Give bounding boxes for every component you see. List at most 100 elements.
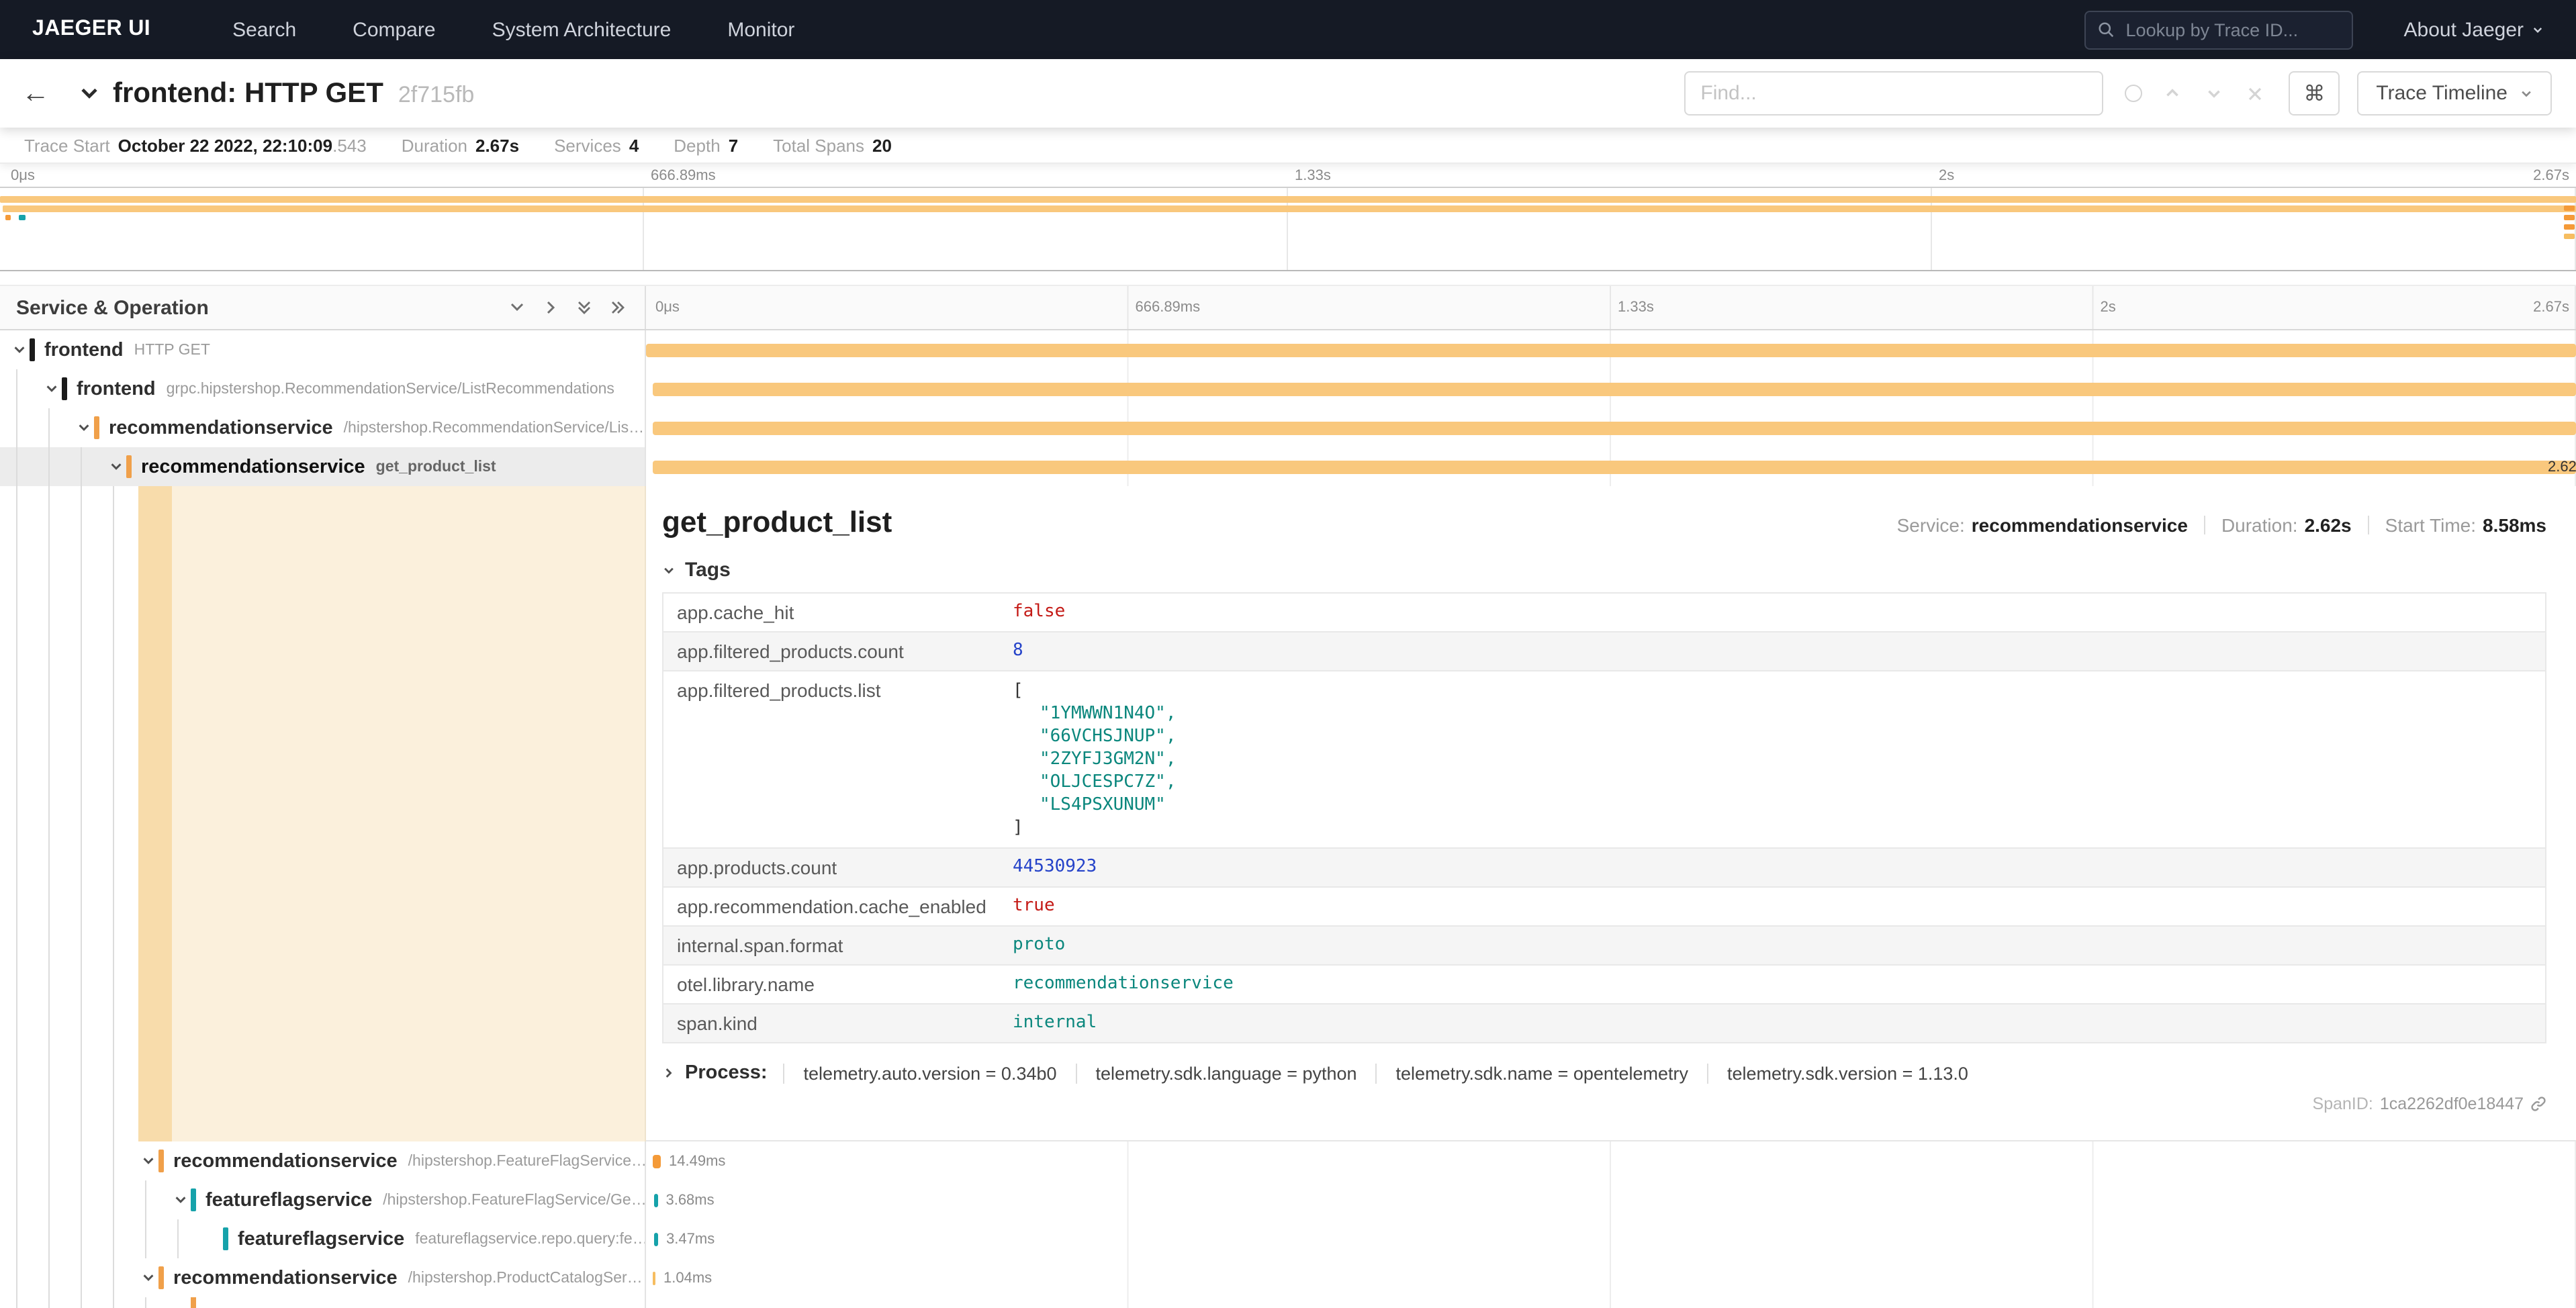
span-bar-cell[interactable] [646, 408, 2576, 447]
chevron-down-icon[interactable] [40, 381, 62, 396]
span-name-cell[interactable]: frontend HTTP GET [0, 330, 646, 369]
tag-key: app.recommendation.cache_enabled [663, 888, 999, 925]
span-bar-cell[interactable]: 14.49ms [646, 1141, 2576, 1180]
find-input[interactable] [1684, 71, 2103, 115]
nav-item-search[interactable]: Search [204, 0, 324, 59]
span-row-productcatalog-call: recommendationservice /hipstershop.Produ… [0, 1258, 2576, 1297]
find-count-icon[interactable] [2125, 85, 2142, 102]
span-name-cell[interactable]: featureflagservice featureflagservice.re… [0, 1219, 646, 1258]
about-jaeger-menu[interactable]: About Jaeger [2404, 18, 2544, 41]
span-bar-cell[interactable]: 1.04ms [646, 1258, 2576, 1297]
keyboard-shortcuts-button[interactable]: ⌘ [2289, 71, 2340, 115]
trace-duration: Duration2.67s [402, 135, 519, 155]
trace-title-text: frontend: HTTP GET [113, 77, 383, 109]
back-button[interactable]: ← [21, 79, 50, 107]
span-row-featureflagservice-query: featureflagservice featureflagservice.re… [0, 1219, 2576, 1258]
span-bar[interactable] [653, 382, 2576, 395]
timeline-ruler: 0μs 666.89ms 1.33s 2s 2.67s [646, 286, 2576, 329]
span-id-value: 1ca2262df0e18447 [2380, 1094, 2524, 1113]
trace-id-searchbox[interactable] [2084, 10, 2353, 49]
nav-item-system-architecture[interactable]: System Architecture [464, 0, 700, 59]
trace-services-count: Services4 [554, 135, 639, 155]
tag-value: recommendationservice [999, 966, 2545, 1003]
span-duration-label: 1.04ms [663, 1270, 712, 1286]
app-logo[interactable]: JAEGER UI [32, 17, 150, 42]
span-name-cell[interactable]: recommendationservice /hipstershop.Recom… [0, 408, 646, 447]
span-bar-cell[interactable] [646, 369, 2576, 408]
tags-table: app.cache_hit false app.filtered_product… [662, 592, 2546, 1043]
tag-key: app.cache_hit [663, 594, 999, 631]
chevron-down-icon [2520, 87, 2533, 100]
span-color-band [138, 486, 172, 1141]
tag-value: internal [999, 1005, 2545, 1042]
process-section-toggle[interactable]: Process: telemetry.auto.version = 0.34b0… [662, 1062, 2546, 1084]
chevron-down-icon[interactable] [8, 342, 30, 357]
span-bar[interactable] [646, 343, 2576, 357]
trace-minimap: 0μs 666.89ms 1.33s 2s 2.67s [0, 164, 2576, 271]
deep-link-icon[interactable] [2530, 1096, 2546, 1112]
tags-section-label: Tags [685, 559, 731, 581]
span-name-cell[interactable]: featureflagservice /hipstershop.FeatureF… [0, 1180, 646, 1219]
expand-one-icon[interactable] [543, 299, 559, 316]
service-color-chip [191, 1188, 196, 1211]
process-tag: telemetry.sdk.version = 1.13.0 [1707, 1063, 1987, 1083]
span-bar[interactable] [653, 1193, 657, 1207]
chevron-down-icon[interactable] [137, 1270, 158, 1285]
trace-start: Trace StartOctober 22 2022, 22:10:09.543 [24, 135, 367, 155]
service-color-chip [62, 377, 67, 400]
jaeger-trace-page: JAEGER UI Search Compare System Architec… [0, 0, 2576, 1308]
span-id-row: SpanID: 1ca2262df0e18447 [662, 1094, 2546, 1113]
expand-all-icon[interactable] [610, 299, 626, 316]
span-detail-meta: Service:recommendationservice Duration:2… [1897, 514, 2546, 536]
span-bar-cell[interactable]: 3.47ms [646, 1219, 2576, 1258]
find-prev-icon[interactable] [2160, 81, 2184, 105]
find-clear-icon[interactable] [2243, 81, 2267, 105]
span-bar-cell[interactable] [646, 1297, 2576, 1308]
span-row-featureflagservice-get: featureflagservice /hipstershop.FeatureF… [0, 1180, 2576, 1219]
span-row-frontend-http-get: frontend HTTP GET [0, 330, 2576, 369]
span-name-cell[interactable]: recommendationservice /hipstershop.Produ… [0, 1258, 646, 1297]
span-row-get-product-list-selected: recommendationservice get_product_list 2… [0, 447, 2576, 486]
span-bar[interactable] [653, 1154, 661, 1168]
nav-item-compare[interactable]: Compare [324, 0, 463, 59]
nav-item-monitor[interactable]: Monitor [699, 0, 823, 59]
trace-view-selector[interactable]: Trace Timeline [2357, 71, 2552, 115]
start-time-value: 8.58ms [2483, 514, 2546, 536]
chevron-down-icon[interactable] [137, 1154, 158, 1168]
service-operation-label: Service & Operation [16, 296, 209, 319]
trace-collapse-toggle[interactable] [79, 83, 99, 103]
collapse-one-icon[interactable] [509, 299, 525, 316]
process-label: Process: [685, 1062, 768, 1084]
tag-row: internal.span.format proto [663, 927, 2545, 966]
span-bar-cell[interactable]: 3.68ms [646, 1180, 2576, 1219]
chevron-down-icon[interactable] [169, 1193, 191, 1207]
span-bar[interactable] [653, 421, 2576, 434]
span-bar-cell[interactable] [646, 330, 2576, 369]
span-detail-header: get_product_list Service:recommendations… [662, 505, 2546, 540]
tag-value: true [999, 888, 2545, 925]
span-name-cell[interactable]: recommendationservice get_product_list [0, 447, 646, 486]
span-bar[interactable] [653, 460, 2576, 473]
span-bar[interactable] [653, 1271, 655, 1284]
span-name-cell[interactable] [0, 1297, 646, 1308]
find-next-icon[interactable] [2201, 81, 2225, 105]
chevron-down-icon[interactable] [105, 459, 126, 474]
collapse-all-icon[interactable] [576, 299, 592, 316]
tags-section-toggle[interactable]: Tags [662, 559, 2546, 581]
duration-label: Duration: [2221, 514, 2298, 536]
span-bar-cell[interactable]: 2.62s [646, 447, 2576, 486]
tag-row: span.kind internal [663, 1005, 2545, 1043]
tag-key: internal.span.format [663, 927, 999, 964]
minimap-canvas[interactable] [0, 187, 2576, 271]
span-bar[interactable] [654, 1232, 658, 1246]
span-duration-label: 14.49ms [669, 1153, 725, 1169]
span-name-cell[interactable]: recommendationservice /hipstershop.Featu… [0, 1141, 646, 1180]
chevron-down-icon[interactable] [73, 420, 94, 435]
minimap-span-bar [2564, 234, 2575, 239]
minimap-span-bar [2564, 215, 2575, 220]
service-label: Service: [1897, 514, 1965, 536]
service-color-chip [191, 1297, 196, 1308]
span-name-cell[interactable]: frontend grpc.hipstershop.Recommendation… [0, 369, 646, 408]
trace-id: 2f715fb [398, 81, 474, 108]
trace-id-input[interactable] [2123, 18, 2340, 41]
